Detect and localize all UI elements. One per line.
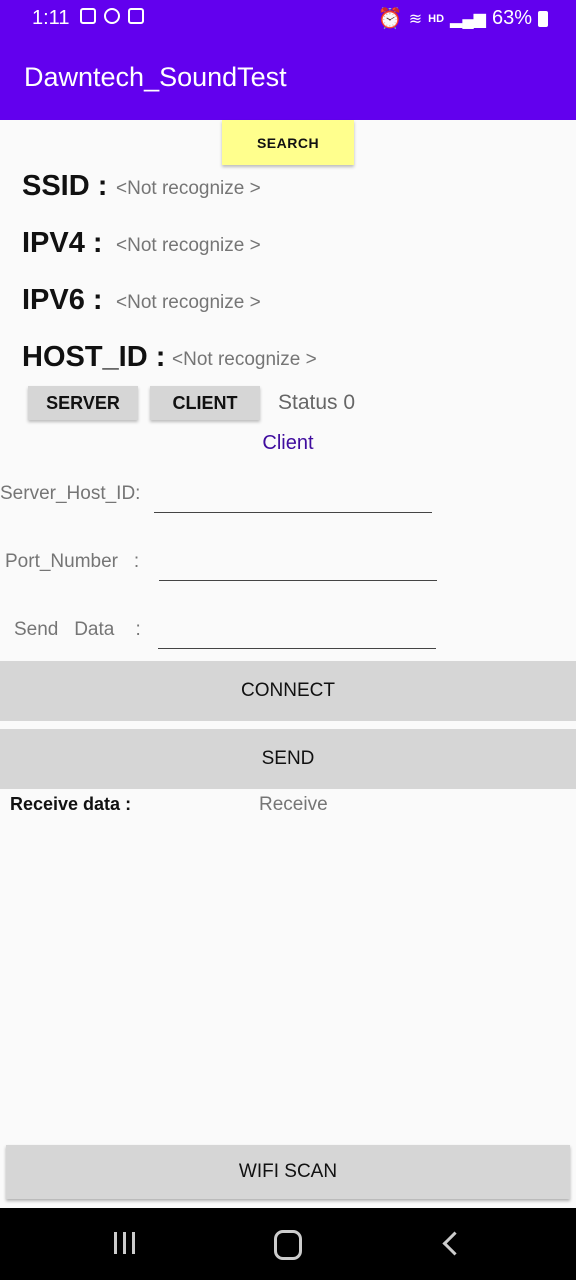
app-bar: Dawntech_SoundTest [0, 36, 576, 120]
server-button[interactable]: SERVER [28, 386, 138, 420]
host-id-value: <Not recognize > [172, 349, 317, 370]
home-icon[interactable] [274, 1230, 302, 1260]
navigation-bar [0, 1208, 576, 1280]
send-button[interactable]: SEND [0, 729, 576, 789]
receive-data-value: Receive [259, 794, 328, 815]
client-button[interactable]: CLIENT [150, 386, 260, 420]
ssid-value: <Not recognize > [116, 178, 261, 199]
ipv6-value: <Not recognize > [116, 292, 261, 313]
server-host-id-input[interactable] [154, 480, 432, 513]
status-text: Status 0 [278, 391, 356, 414]
image-icon [80, 8, 96, 24]
status-bar: 1:11 ⏰ ≋ HD ▂▄▆ 63% [0, 0, 576, 36]
checkbox-icon [128, 8, 144, 24]
send-data-input[interactable] [158, 616, 436, 649]
battery-icon [538, 10, 548, 27]
alarm-icon: ⏰ [377, 8, 403, 30]
wifi-scan-button[interactable]: WIFI SCAN [6, 1145, 570, 1199]
host-id-label: HOST_ID : [22, 341, 166, 373]
port-number-input[interactable] [159, 548, 437, 581]
send-data-label: Send Data : [14, 619, 141, 640]
status-system-icons: ⏰ ≋ HD ▂▄▆ 63% [378, 6, 548, 31]
sync-icon [104, 8, 120, 24]
wifi-icon: ≋ [408, 10, 423, 28]
connect-button[interactable]: CONNECT [0, 661, 576, 721]
ssid-label: SSID : [22, 170, 108, 202]
server-host-id-label: Server_Host_ID: [0, 483, 141, 504]
status-time: 1:11 [32, 7, 70, 29]
back-icon[interactable] [442, 1231, 467, 1256]
recent-apps-icon[interactable] [114, 1232, 135, 1254]
ipv6-label: IPV6 : [22, 284, 103, 316]
signal-icon: ▂▄▆ [450, 10, 486, 28]
ipv4-value: <Not recognize > [116, 235, 261, 256]
current-mode-label: Client [262, 432, 314, 454]
search-button[interactable]: SEARCH [222, 120, 354, 165]
port-number-label: Port_Number : [5, 551, 140, 572]
hd-voice-badge: HD [428, 12, 445, 25]
receive-data-label: Receive data : [10, 794, 132, 814]
battery-percent: 63% [491, 7, 532, 29]
ipv4-label: IPV4 : [22, 227, 103, 259]
status-notification-icons [80, 8, 144, 24]
app-title: Dawntech_SoundTest [24, 62, 287, 92]
